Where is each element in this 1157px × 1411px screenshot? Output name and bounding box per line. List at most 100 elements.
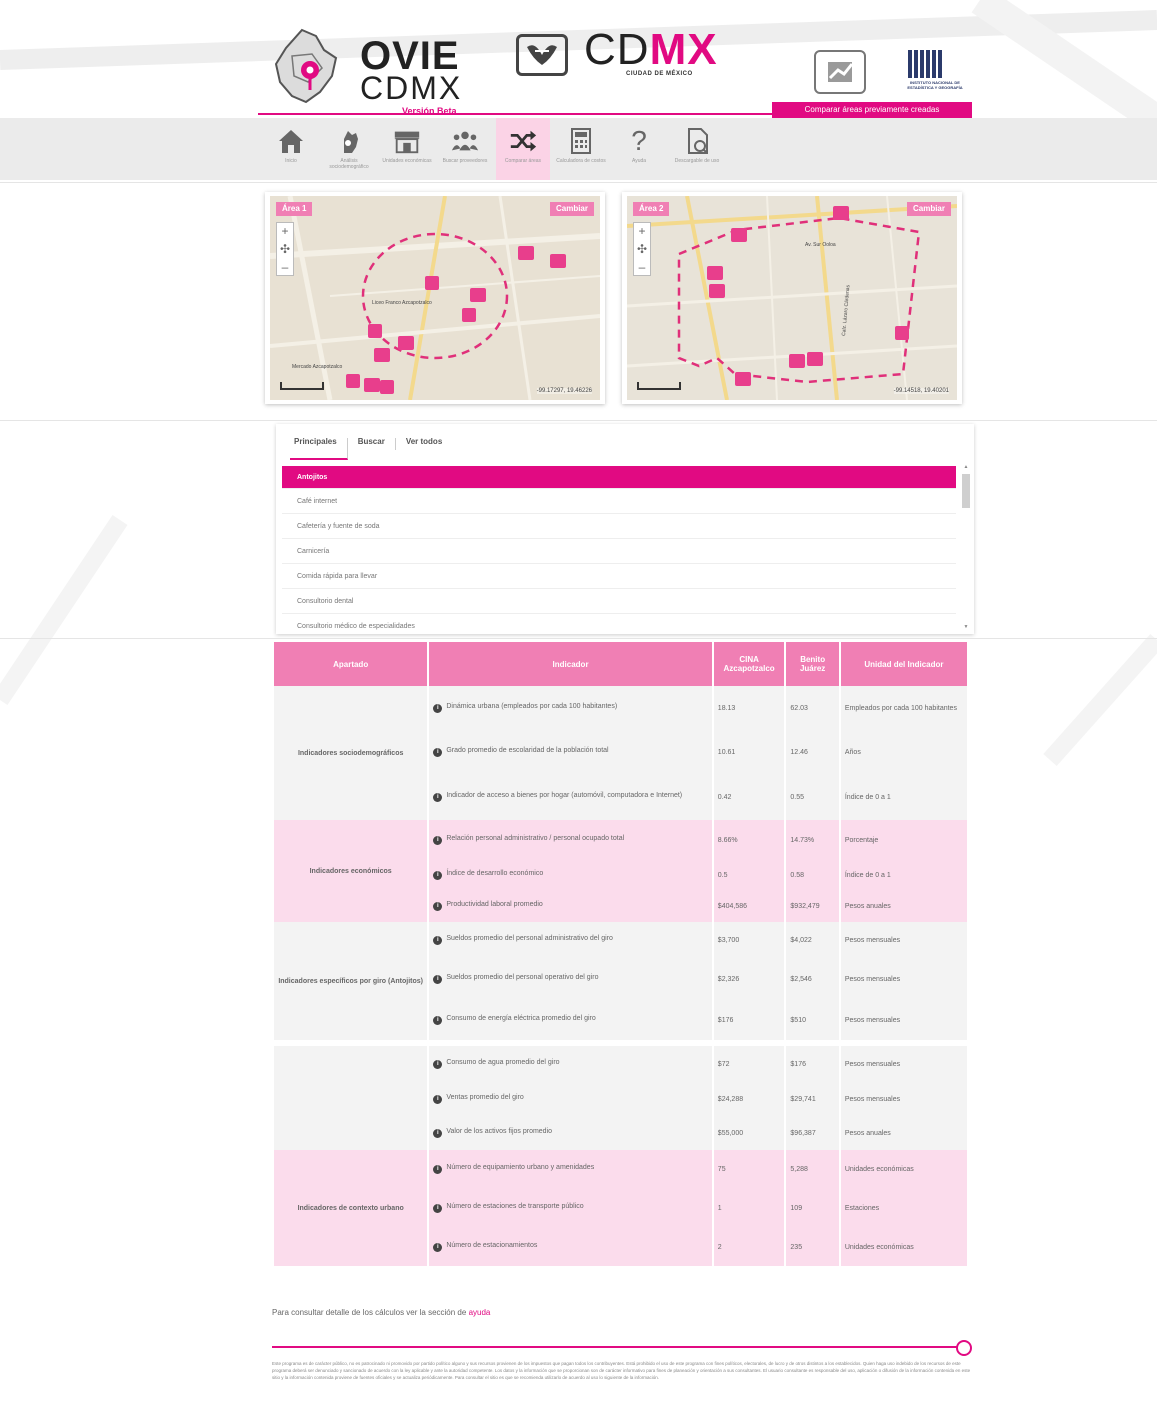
slider-knob[interactable] [956,1340,972,1356]
nav-item-ayuda[interactable]: ? Ayuda [612,118,666,180]
list-item[interactable]: Café internet [282,489,956,514]
value-area2: 12.46 [786,730,839,774]
value-area1: 10.61 [713,730,785,774]
cdmx-subtitle: CIUDAD DE MÉXICO [626,71,693,77]
info-icon[interactable]: i [433,748,443,757]
info-icon[interactable]: i [433,1095,443,1104]
unit-cell: Pesos mensuales [840,958,967,1000]
nav-item-unidades[interactable]: Unidades económicas [380,118,434,180]
unit-cell: Pesos mensuales [840,922,967,958]
zoom-in-icon[interactable]: + [277,223,293,241]
people-icon [450,126,480,156]
list-item[interactable]: Cafetería y fuente de soda [282,514,956,539]
cdmx-logo-accent: MX [649,25,718,74]
nav-item-proveedores[interactable]: Buscar proveedores [438,118,492,180]
indicator-cell: i Valor de los activos fijos promedio [429,1116,712,1150]
seal-icon [527,45,557,65]
indicator-label: Consumo de agua promedio del giro [446,1059,560,1066]
indicator-cell: i Relación personal administrativo / pers… [429,820,712,860]
info-icon[interactable]: i [433,1204,443,1213]
compare-previous-areas-link[interactable]: Comparar áreas previamente creadas [772,102,972,118]
nav-item-inicio[interactable]: Inicio [264,118,318,180]
tab-buscar[interactable]: Buscar [354,438,396,450]
list-item[interactable]: Consultorio médico de especialidades [282,614,956,632]
info-icon[interactable]: i [433,975,443,984]
info-icon[interactable]: i [433,871,443,880]
value-area1: $24,288 [713,1082,785,1116]
info-icon[interactable]: i [433,1016,443,1025]
map-card-area2: Av. Sur Ooloa Calz. Lázaro Cárdenas Área… [622,192,962,404]
zoom-in-icon[interactable]: + [634,223,650,241]
nav-item-descargable[interactable]: Descargable de uso [670,118,724,180]
section-label [274,1046,428,1150]
main-nav: Inicio Análisis sociodemográfico Unidade… [0,118,1157,180]
map-area2[interactable]: Av. Sur Ooloa Calz. Lázaro Cárdenas Área… [627,196,957,400]
list-item[interactable]: Antojitos [282,466,956,489]
map2-change-button[interactable]: Cambiar [906,202,951,216]
nav-item-comparar[interactable]: Comparar áreas [496,118,550,180]
indicator-cell: i Sueldos promedio del personal administr… [429,922,712,958]
info-icon[interactable]: i [433,793,443,802]
indicator-label: Relación personal administrativo / perso… [446,835,625,842]
zoom-out-icon[interactable]: – [634,259,650,277]
unit-cell: Índice de 0 a 1 [840,774,967,820]
nav-item-sociodemografico[interactable]: Análisis sociodemográfico [322,118,376,180]
indicator-label: Productividad laboral promedio [446,901,543,908]
map-card-area1: Liceo Franco Azcapotzalco Mercado Azcapo… [265,192,605,404]
map1-place2: Mercado Azcapotzalco [292,364,343,370]
list-item[interactable]: Consultorio dental [282,589,956,614]
divider [0,420,1157,421]
scroll-thumb[interactable] [962,474,970,508]
value-area2: 14.73% [786,820,839,860]
list-scrollbar[interactable]: ▲ ▼ [962,464,970,630]
map1-area-label: Área 1 [276,202,313,216]
value-area2: $932,479 [786,890,839,922]
giro-list: Antojitos Café internet Cafetería y fuen… [282,466,956,632]
indicator-label: Ventas promedio del giro [446,1094,524,1101]
info-icon[interactable]: i [433,902,443,911]
unit-cell: Pesos mensuales [840,1000,967,1040]
table-header-row: Apartado Indicador CINA Azcapotzalco Ben… [274,642,967,686]
map1-zoom-control: + ✣ – [276,222,294,276]
value-area2: $96,387 [786,1116,839,1150]
nav-label: Calculadora de costos [556,158,606,164]
table-body: Indicadores sociodemográficos i Dinámica u… [274,686,967,1266]
indicators-table: Apartado Indicador CINA Azcapotzalco Ben… [272,642,969,1266]
info-icon[interactable]: i [433,704,443,713]
info-icon[interactable]: i [433,836,443,845]
indicator-cell: i Número de estaciones de transporte públ… [429,1188,712,1228]
scroll-up-icon[interactable]: ▲ [962,464,970,470]
info-icon[interactable]: i [433,936,443,945]
locate-icon[interactable]: ✣ [634,241,650,259]
info-icon[interactable]: i [433,1243,443,1252]
scroll-down-icon[interactable]: ▼ [962,624,970,630]
table-row: Indicadores económicos i Relación personal… [274,820,967,922]
nav-item-calculadora[interactable]: Calculadora de costos [554,118,608,180]
tab-bar: Principales Buscar Ver todos [290,438,458,460]
question-icon: ? [631,125,647,156]
tab-ver-todos[interactable]: Ver todos [402,438,452,450]
value-area1: 75 [713,1150,785,1188]
inegi-logo: INSTITUTO NACIONAL DE ESTADÍSTICA Y GEOG… [898,50,972,98]
help-link[interactable]: ayuda [469,1308,491,1317]
locate-icon[interactable]: ✣ [277,241,293,259]
nav-label: Ayuda [631,158,647,164]
ovie-logo[interactable]: OVIE CDMX Versión Beta [272,26,482,116]
divider [0,182,1157,183]
tab-principales[interactable]: Principales [290,438,348,460]
list-item[interactable]: Comida rápida para llevar [282,564,956,589]
nav-label: Comparar áreas [504,158,542,164]
zoom-out-icon[interactable]: – [277,259,293,277]
map1-change-button[interactable]: Cambiar [549,202,594,216]
map-area1[interactable]: Liceo Franco Azcapotzalco Mercado Azcapo… [270,196,600,400]
indicator-label: Dinámica urbana (empleados por cada 100 … [446,703,618,710]
unit-cell: Pesos anuales [840,890,967,922]
list-item[interactable]: Carnicería [282,539,956,564]
chart-badge-icon [828,62,854,82]
indicator-label: Consumo de energía eléctrica promedio de… [446,1015,596,1022]
cdmx-logo-main: CD [584,25,650,74]
divider [0,638,1157,639]
info-icon[interactable]: i [433,1165,443,1174]
info-icon[interactable]: i [433,1129,443,1138]
info-icon[interactable]: i [433,1060,443,1069]
